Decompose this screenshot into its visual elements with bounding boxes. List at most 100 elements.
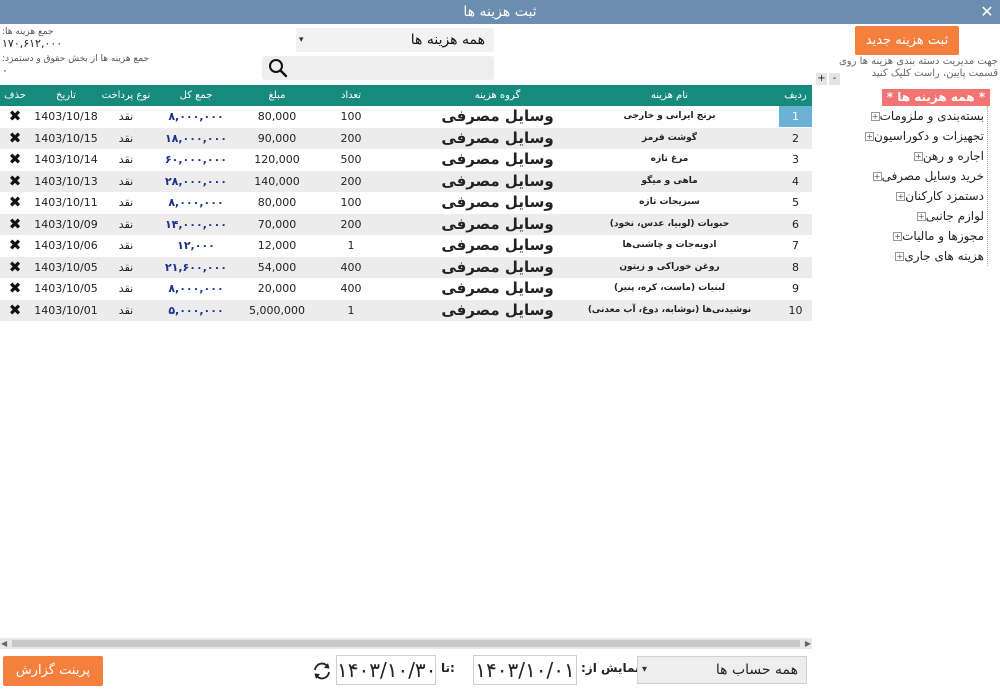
cell-amount: 12,000 (257, 239, 297, 252)
account-select-value: همه حساب ها (715, 662, 798, 678)
table-row[interactable]: 5 سبزیجات تازه وسایل مصرفی 100 80,000 ۸,۰۰۰,۰… (0, 192, 812, 213)
delete-icon[interactable]: ✖ (0, 257, 30, 278)
cell-index: 10 (788, 303, 803, 317)
cell-quantity: 400 (340, 282, 362, 295)
expand-all-button[interactable]: + (816, 73, 827, 85)
delete-icon[interactable]: ✖ (0, 278, 30, 299)
cell-quantity: 200 (340, 217, 362, 231)
tree-item-category[interactable]: لوازم جانبی+ (913, 206, 984, 226)
cell-payment-type: نقد (118, 239, 134, 252)
tree-item-label: هزینه های جاری (904, 249, 984, 263)
col-date-header[interactable]: تاریخ (30, 85, 102, 106)
delete-icon[interactable]: ✖ (0, 214, 30, 235)
scrollbar-thumb[interactable] (12, 640, 800, 647)
cell-expense-group: وسایل مصرفی (441, 236, 554, 254)
date-to-input[interactable]: ۱۴۰۳/۱۰/۳۰ (336, 655, 436, 685)
scroll-right-icon[interactable]: ▶ (805, 638, 811, 649)
col-index-header[interactable]: ردیف (779, 85, 812, 106)
delete-icon[interactable]: ✖ (0, 149, 30, 170)
table-row[interactable]: 6 حبوبات (لوبیا، عدس، نخود) وسایل مصرفی 200… (0, 213, 812, 235)
expand-icon[interactable]: + (913, 152, 923, 161)
col-quantity-header[interactable]: تعداد (316, 85, 386, 106)
date-from-input[interactable]: ۱۴۰۳/۱۰/۰۱ (473, 655, 577, 685)
tree-item-label: مجوزها و مالیات (902, 229, 984, 243)
cell-date: 1403/10/01 (34, 303, 98, 317)
col-amount-header[interactable]: مبلغ (244, 85, 310, 106)
horizontal-scrollbar[interactable]: ◀ ▶ (0, 638, 812, 649)
total-label: جمع هزینه ها: (2, 27, 54, 37)
cell-expense-group: وسایل مصرفی (441, 257, 554, 276)
delete-icon[interactable]: ✖ (0, 235, 30, 256)
account-select[interactable]: همه حساب ها ▾ (637, 656, 807, 684)
cell-amount: 120,000 (254, 153, 300, 166)
cell-index: 6 (792, 217, 799, 231)
cell-expense-group: وسایل مصرفی (441, 214, 554, 233)
scroll-left-icon[interactable]: ◀ (1, 638, 7, 649)
tree-item-category[interactable]: اجاره و رهن+ (910, 146, 984, 166)
cell-date: 1403/10/11 (34, 196, 98, 209)
delete-icon[interactable]: ✖ (0, 300, 30, 321)
expand-icon[interactable]: + (896, 192, 906, 201)
chevron-down-icon: ▾ (642, 664, 648, 675)
cell-quantity: 400 (340, 260, 362, 274)
tree-item-label: خرید وسایل مصرفی (881, 169, 984, 183)
expand-icon[interactable]: + (870, 112, 880, 121)
cell-index: 9 (792, 282, 799, 295)
delete-icon[interactable]: ✖ (0, 171, 30, 192)
table-row[interactable]: 1 برنج ایرانی و خارجی وسایل مصرفی 100 80,000… (0, 106, 812, 127)
cell-payment-type: نقد (118, 260, 134, 274)
cell-amount: 140,000 (254, 174, 300, 188)
table-row[interactable]: 4 ماهی و میگو وسایل مصرفی 200 140,000 ۲۸,۰۰۰,… (0, 170, 812, 192)
cell-quantity: 200 (340, 131, 362, 145)
expand-icon[interactable]: + (916, 212, 926, 221)
cell-quantity: 100 (340, 110, 362, 123)
table-header: ردیف نام هزینه گروه هزینه تعداد مبلغ جمع کل نو… (0, 85, 812, 106)
cell-date: 1403/10/09 (34, 217, 98, 231)
tree-item-category[interactable]: مجوزها و مالیات+ (889, 226, 984, 246)
col-payment-type-header[interactable]: نوع پرداخت (100, 85, 152, 106)
cell-payment-type: نقد (118, 131, 134, 145)
expand-icon[interactable]: + (872, 172, 882, 181)
delete-icon[interactable]: ✖ (0, 128, 30, 149)
col-total-header[interactable]: جمع کل (155, 85, 237, 106)
tree-item-label: دستمزد کارکنان (905, 189, 984, 203)
search-input[interactable] (262, 56, 494, 80)
expand-icon[interactable]: + (893, 232, 903, 241)
total-value: ۱۷۰,۶۱۲,۰۰۰ (2, 37, 63, 50)
cell-payment-type: نقد (118, 174, 134, 188)
payroll-value: ۰ (2, 64, 8, 77)
cell-date: 1403/10/06 (34, 239, 98, 252)
tree-item-category[interactable]: تجهیزات و دکوراسیون+ (861, 126, 984, 146)
cell-total: ۶۰,۰۰۰,۰۰۰ (164, 153, 228, 166)
cell-index: 2 (792, 131, 799, 145)
col-delete-header[interactable]: حذف (0, 85, 30, 106)
refresh-icon[interactable] (311, 660, 333, 682)
delete-icon[interactable]: ✖ (0, 106, 30, 127)
cell-amount: 20,000 (257, 282, 297, 295)
table-row[interactable]: 8 روغن خوراکی و زیتون وسایل مصرفی 400 54,000… (0, 256, 812, 278)
tree-item-category[interactable]: بسته‌بندی و ملزومات+ (867, 106, 984, 126)
tree-item-category[interactable]: خرید وسایل مصرفی+ (869, 166, 984, 186)
cell-expense-group: وسایل مصرفی (441, 300, 554, 319)
delete-icon[interactable]: ✖ (0, 192, 30, 213)
expense-filter-select[interactable]: همه هزینه ها ▾ (296, 28, 494, 52)
close-icon[interactable]: ✕ (978, 0, 996, 24)
date-from-label: نمایش از: (581, 661, 640, 675)
collapse-all-button[interactable]: - (829, 73, 840, 85)
cell-payment-type: نقد (118, 282, 134, 295)
new-expense-button[interactable]: ثبت هزینه جدید (855, 26, 959, 55)
table-row[interactable]: 7 ادویه‌جات و چاشنی‌ها وسایل مصرفی 1 12,000 ۱… (0, 235, 812, 256)
table-row[interactable]: 3 مرغ تازه وسایل مصرفی 500 120,000 ۶۰,۰۰۰,۰۰۰… (0, 149, 812, 170)
expand-icon[interactable]: + (865, 132, 874, 141)
table-row[interactable]: 2 گوشت قرمز وسایل مصرفی 200 90,000 ۱۸,۰۰۰,۰۰۰… (0, 127, 812, 149)
col-expense-group-header[interactable]: گروه هزینه (400, 85, 595, 106)
search-icon[interactable] (268, 58, 288, 78)
table-row[interactable]: 10 نوشیدنی‌ها (نوشابه، دوغ، آب معدنی) وسای… (0, 299, 812, 321)
tree-item-all[interactable]: * همه هزینه ها * (881, 89, 990, 106)
tree-item-category[interactable]: دستمزد کارکنان+ (892, 186, 984, 206)
table-row[interactable]: 9 لبنیات (ماست، کره، پنیر) وسایل مصرفی 400 2… (0, 278, 812, 299)
tree-item-category[interactable]: هزینه های جاری+ (891, 246, 984, 266)
tree-guide-line (987, 106, 988, 266)
print-report-button[interactable]: پرینت گزارش (3, 656, 103, 686)
cell-payment-type: نقد (118, 303, 134, 317)
